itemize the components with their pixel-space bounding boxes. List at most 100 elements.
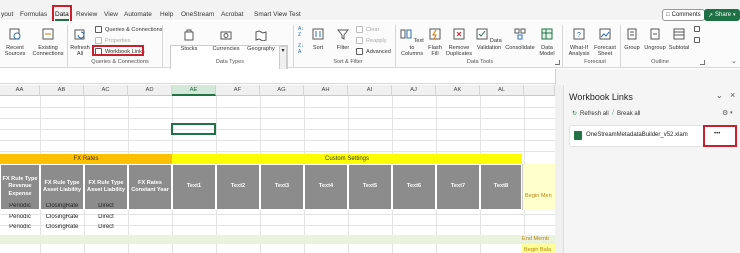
menu-smart-view-test[interactable]: Smart View Test	[254, 11, 301, 18]
data-tools-launcher-icon[interactable]	[555, 60, 560, 65]
menu-automate[interactable]: Automate	[124, 11, 152, 18]
column-header[interactable]: AI	[348, 85, 392, 96]
outline-launcher-icon[interactable]	[700, 60, 705, 65]
menu-acrobat[interactable]: Acrobat	[221, 11, 243, 18]
more-options-highlight	[703, 125, 737, 147]
column-header[interactable]: AH	[304, 85, 348, 96]
geography-label: Geography	[247, 45, 275, 52]
consolidate-label: Consolidate	[505, 44, 535, 51]
clear-button[interactable]: Clear	[356, 26, 379, 33]
table-cell[interactable]: Periodic	[0, 214, 40, 220]
text-to-columns-button[interactable]: Text to Columns	[399, 28, 425, 58]
geography-icon	[255, 30, 267, 42]
remove-duplicates-button[interactable]: Remove Duplicates	[445, 28, 473, 58]
pane-title: Workbook Links	[569, 92, 633, 102]
forecast-sheet-label: Forecast Sheet	[594, 44, 616, 58]
clear-label: Clear	[366, 26, 380, 33]
group-button[interactable]: Group	[622, 28, 642, 51]
reapply-icon	[356, 37, 363, 44]
stocks-label: Stocks	[180, 45, 198, 52]
chevron-down-icon[interactable]: ▾	[730, 110, 733, 116]
table-cell[interactable]: ClosingRate	[40, 214, 84, 220]
column-header[interactable]: AB	[40, 85, 84, 96]
data-model-button[interactable]: Data Model	[537, 28, 557, 58]
close-icon[interactable]: ×	[730, 90, 735, 100]
subtotal-icon	[673, 28, 685, 40]
column-header[interactable]: AC	[84, 85, 128, 96]
table-cell[interactable]: Direct	[84, 214, 128, 220]
header-cell: Text3	[260, 164, 304, 210]
gallery-expand-icon: ▾	[281, 48, 285, 54]
grid-vertical-scrollbar[interactable]	[555, 85, 564, 253]
table-cell[interactable]: Direct	[84, 203, 128, 209]
hide-detail-icon[interactable]	[694, 37, 700, 43]
menu-help[interactable]: Help	[160, 11, 173, 18]
column-header-selected[interactable]: AE	[172, 85, 216, 96]
queries-connections-button[interactable]: Queries & Connections	[95, 26, 163, 33]
data-validation-button[interactable]: Data Validation	[474, 28, 504, 51]
properties-button[interactable]: Properties	[95, 37, 131, 44]
sort-za-icon[interactable]: Z↓ A	[298, 43, 310, 57]
menu-onestream[interactable]: OneStream	[181, 11, 214, 18]
filter-button[interactable]: Filter	[333, 28, 353, 51]
advanced-icon	[356, 48, 363, 55]
table-cell[interactable]: Direct	[84, 224, 128, 230]
consolidate-button[interactable]: Consolidate	[505, 28, 535, 51]
group-label: Group	[624, 44, 640, 51]
refresh-icon: ↻	[572, 111, 578, 117]
break-all-links-button[interactable]: ⧸ Break all	[612, 110, 640, 117]
menu-formulas[interactable]: Formulas	[20, 11, 47, 18]
table-cell[interactable]: Periodic	[0, 203, 40, 209]
column-header[interactable]: AG	[260, 85, 304, 96]
column-header[interactable]: AL	[480, 85, 524, 96]
header-cell: FX Rates Constant Year	[128, 164, 172, 210]
collapse-ribbon-icon[interactable]: ⌄	[731, 57, 737, 65]
show-detail-icon[interactable]	[694, 26, 700, 32]
currencies-button[interactable]: Currencies	[210, 29, 242, 52]
menu-layout-partial[interactable]: yout	[1, 11, 13, 18]
advanced-button[interactable]: Advanced	[356, 48, 391, 55]
recent-sources-button[interactable]: Recent Sources	[3, 28, 27, 58]
gridline	[0, 118, 555, 119]
menu-view[interactable]: View	[104, 11, 118, 18]
refresh-all-links-button[interactable]: ↻ Refresh all	[572, 110, 609, 118]
comments-button[interactable]: □ Comments	[662, 9, 705, 21]
worksheet-grid[interactable]: AA AB AC AD AE AF AG AH AI AJ AK AL FX R…	[0, 85, 555, 253]
column-header-partial[interactable]	[524, 85, 555, 96]
sort-button[interactable]: Sort	[311, 28, 325, 51]
active-cell[interactable]	[171, 123, 216, 135]
column-header[interactable]: AK	[436, 85, 480, 96]
reapply-button[interactable]: Reapply	[356, 37, 387, 44]
clear-icon	[356, 26, 363, 33]
what-if-analysis-button[interactable]: ? What-If Analysis	[565, 28, 593, 58]
sort-az-icon[interactable]: A↓ Z	[298, 26, 310, 40]
menu-review[interactable]: Review	[76, 11, 97, 18]
subtotal-button[interactable]: Subtotal	[668, 28, 690, 51]
ungroup-button[interactable]: Ungroup	[643, 28, 667, 51]
table-cell[interactable]: ClosingRate	[40, 203, 84, 209]
ribbon-separator	[395, 25, 396, 67]
forecast-sheet-button[interactable]: Forecast Sheet	[594, 28, 616, 58]
column-header[interactable]: AF	[216, 85, 260, 96]
column-header[interactable]: AD	[128, 85, 172, 96]
forecast-sheet-icon	[599, 28, 611, 40]
menu-bar: yout Formulas Data Review View Automate …	[0, 0, 740, 21]
flash-fill-button[interactable]: Flash Fill	[427, 28, 443, 58]
stocks-button[interactable]: Stocks	[175, 29, 203, 52]
existing-connections-label: Existing Connections	[32, 44, 64, 58]
geography-button[interactable]: Geography	[246, 29, 276, 52]
begin-member-label: Begin Men	[525, 193, 552, 199]
remove-duplicates-label: Remove Duplicates	[445, 44, 473, 58]
table-cell[interactable]: ClosingRate	[40, 224, 84, 230]
settings-icon[interactable]: ⚙	[722, 109, 728, 117]
recent-sources-icon	[9, 28, 21, 40]
refresh-all-button[interactable]: Refresh All	[70, 28, 90, 58]
ungroup-icon	[650, 28, 660, 40]
table-cell[interactable]: Periodic	[0, 224, 40, 230]
column-header[interactable]: AA	[0, 85, 40, 96]
column-header[interactable]: AJ	[392, 85, 436, 96]
share-icon: ↗	[708, 12, 714, 19]
existing-connections-button[interactable]: Existing Connections	[32, 28, 64, 58]
pane-options-icon[interactable]: ⌄	[716, 91, 723, 100]
share-button[interactable]: ↗ Share ▾	[704, 9, 740, 21]
